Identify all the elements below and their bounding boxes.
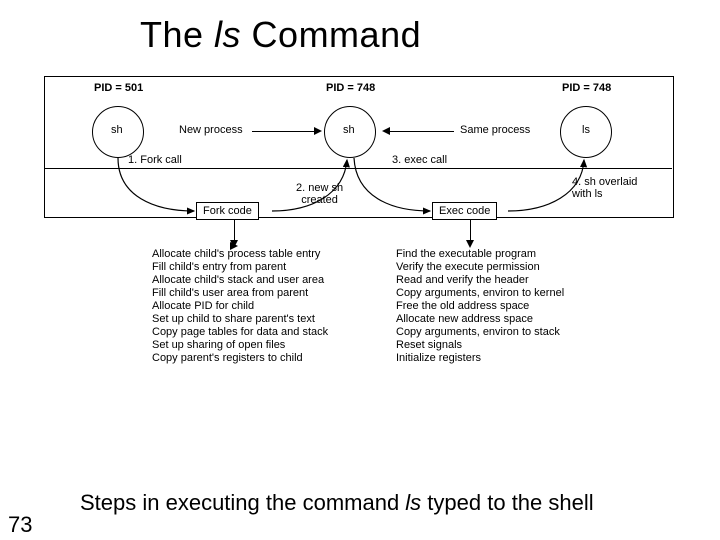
- slide: The ls Command PID = 501 PID = 748 PID =…: [0, 0, 720, 540]
- caption-em: ls: [405, 490, 421, 515]
- down-arrow-exec: [466, 240, 474, 248]
- box-exec-code: Exec code: [432, 202, 497, 220]
- caption: Steps in executing the command ls typed …: [80, 490, 594, 516]
- caption-pre: Steps in executing the command: [80, 490, 405, 515]
- exec-steps: Find the executable program Verify the e…: [396, 248, 564, 365]
- title-pre: The: [140, 14, 214, 55]
- caption-post: typed to the shell: [421, 490, 593, 515]
- title-post: Command: [241, 14, 421, 55]
- box-fork-code: Fork code: [196, 202, 259, 220]
- curves: [44, 76, 674, 236]
- slide-title: The ls Command: [140, 14, 421, 56]
- page-number: 73: [8, 512, 32, 538]
- title-em: ls: [214, 14, 241, 55]
- fork-steps: Allocate child's process table entry Fil…: [152, 248, 328, 365]
- figure: PID = 501 PID = 748 PID = 748 sh sh ls N…: [44, 76, 674, 436]
- down-arrow-fork: [230, 240, 238, 248]
